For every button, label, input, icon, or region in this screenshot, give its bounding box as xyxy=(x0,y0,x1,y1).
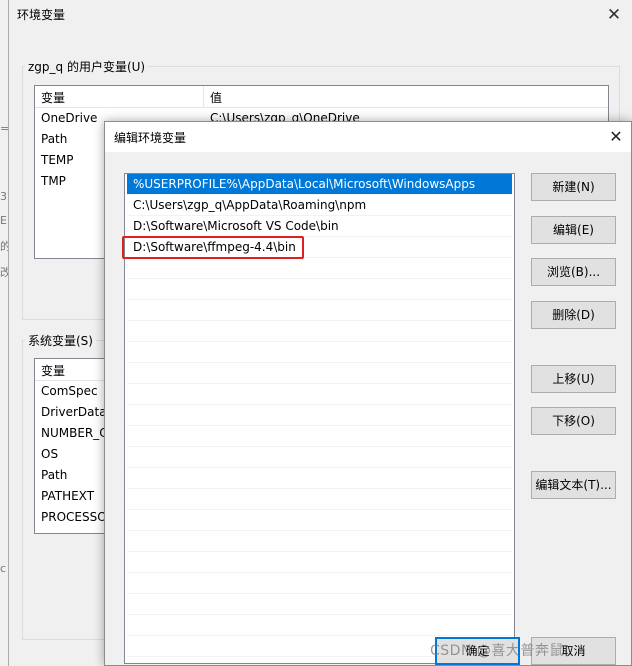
list-item xyxy=(127,342,512,363)
list-item xyxy=(127,594,512,615)
list-item xyxy=(127,300,512,321)
path-item[interactable]: C:\Users\zgp_q\AppData\Roaming\npm xyxy=(127,195,512,216)
dialog-titlebar: 编辑环境变量 ✕ xyxy=(105,122,631,152)
list-item xyxy=(127,573,512,594)
edit-environment-variable-dialog: 编辑环境变量 ✕ %USERPROFILE%\AppData\Local\Mic… xyxy=(104,121,632,666)
column-header-variable[interactable]: 变量 xyxy=(41,89,65,106)
system-variables-label: 系统变量(S) xyxy=(25,332,96,349)
watermark: CSDN @喜大普奔鼠 xyxy=(430,643,564,659)
list-item xyxy=(127,384,512,405)
clipped-text-1: = xyxy=(0,122,10,135)
clipped-text-2: 37 xyxy=(0,190,14,203)
edit-button[interactable]: 编辑(E) xyxy=(531,216,616,244)
clipped-text-3: EN xyxy=(0,214,15,227)
window-title: 环境变量 xyxy=(17,8,66,22)
column-header-variable[interactable]: 变量 xyxy=(41,362,65,379)
new-button[interactable]: 新建(N) xyxy=(531,173,616,201)
browse-button[interactable]: 浏览(B)... xyxy=(531,258,616,286)
list-item xyxy=(127,615,512,636)
dialog-title: 编辑环境变量 xyxy=(114,131,187,145)
list-item xyxy=(127,447,512,468)
list-item xyxy=(127,552,512,573)
close-icon[interactable]: ✕ xyxy=(602,4,626,26)
list-item xyxy=(127,279,512,300)
list-item xyxy=(127,258,512,279)
move-up-button[interactable]: 上移(U) xyxy=(531,365,616,393)
clipped-text-6: c xyxy=(0,562,7,575)
path-item[interactable]: D:\Software\Microsoft VS Code\bin xyxy=(127,216,512,237)
move-down-button[interactable]: 下移(O) xyxy=(531,407,616,435)
list-item xyxy=(127,321,512,342)
list-header: 变量 值 xyxy=(35,86,608,108)
edit-text-button[interactable]: 编辑文本(T)... xyxy=(531,471,616,499)
path-item[interactable]: %USERPROFILE%\AppData\Local\Microsoft\Wi… xyxy=(127,174,512,195)
close-icon[interactable]: ✕ xyxy=(605,126,627,148)
list-item xyxy=(127,510,512,531)
user-variables-label: zgp_q 的用户变量(U) xyxy=(25,58,149,75)
column-header-value[interactable]: 值 xyxy=(210,89,222,106)
list-item xyxy=(127,426,512,447)
list-item xyxy=(127,468,512,489)
list-item xyxy=(127,531,512,552)
list-item xyxy=(127,405,512,426)
clipped-text-5: 改 xyxy=(0,266,11,279)
list-item xyxy=(127,489,512,510)
delete-button[interactable]: 删除(D) xyxy=(531,301,616,329)
clipped-text-4: 的 xyxy=(0,240,11,253)
list-item xyxy=(127,363,512,384)
ffmpeg-path-highlight xyxy=(122,236,304,259)
